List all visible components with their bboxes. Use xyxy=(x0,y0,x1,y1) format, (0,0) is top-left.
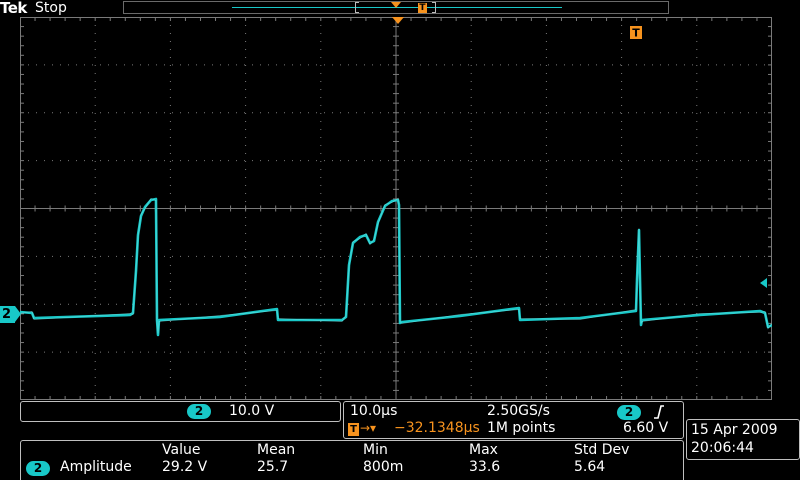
top-status-bar: Tek Stop T xyxy=(0,0,800,17)
channel-scale-panel[interactable]: 2 10.0 V xyxy=(20,401,341,422)
time-label: 20:06:44 xyxy=(691,440,754,456)
brand-label: Tek xyxy=(0,0,27,17)
record-position-arrow-icon xyxy=(391,2,401,8)
record-trigger-icon: T xyxy=(418,3,427,13)
trigger-delay-icon: T →▾ xyxy=(348,421,376,436)
record-view-bracket-left xyxy=(355,2,359,13)
measurement-name: Amplitude xyxy=(60,459,132,475)
measurement-channel-badge: 2 xyxy=(26,461,50,476)
delay-arrow-icon: →▾ xyxy=(360,421,377,435)
trigger-t-icon: T xyxy=(630,26,642,40)
measurement-std-dev: 5.64 xyxy=(574,459,606,475)
measurement-mean: 25.7 xyxy=(257,459,289,475)
measurement-panel[interactable]: Value Mean Min Max Std Dev 2 Amplitude 2… xyxy=(20,440,684,480)
measurement-value: 29.2 V xyxy=(162,459,208,475)
trigger-level: 6.60 V xyxy=(623,420,669,436)
record-length: 1M points xyxy=(487,420,556,436)
time-per-div: 10.0µs xyxy=(350,403,398,419)
trigger-t-label: T xyxy=(632,27,640,40)
measurement-header-min: Min xyxy=(363,442,388,458)
trigger-delay: −32.1348µs xyxy=(394,420,480,436)
trigger-source-badge: 2 xyxy=(617,405,641,420)
measurement-max: 33.6 xyxy=(469,459,501,475)
record-view-bracket-right xyxy=(432,2,436,13)
date-label: 15 Apr 2009 xyxy=(691,422,778,438)
measurement-header-max: Max xyxy=(469,442,498,458)
datetime-panel: 15 Apr 2009 20:06:44 xyxy=(686,419,800,460)
channel-2-ground-marker[interactable]: 2 xyxy=(0,306,21,323)
record-view-bar[interactable]: T xyxy=(123,1,669,14)
channel-2-badge: 2 xyxy=(187,404,211,419)
acquisition-state[interactable]: Stop xyxy=(35,0,67,16)
trigger-delay-t-label: T xyxy=(348,423,359,436)
volts-per-div: 10.0 V xyxy=(229,403,275,419)
measurement-min: 800m xyxy=(363,459,404,475)
measurement-header-value: Value xyxy=(162,442,201,458)
timebase-panel[interactable]: 10.0µs 2.50GS/s 2 T →▾ −32.1348µs 1M poi… xyxy=(343,401,684,439)
measurement-header-mean: Mean xyxy=(257,442,296,458)
sample-rate: 2.50GS/s xyxy=(487,403,550,419)
rising-edge-icon xyxy=(654,405,664,419)
measurement-header-std-dev: Std Dev xyxy=(574,442,630,458)
waveform-graticule[interactable]: T xyxy=(20,17,772,400)
